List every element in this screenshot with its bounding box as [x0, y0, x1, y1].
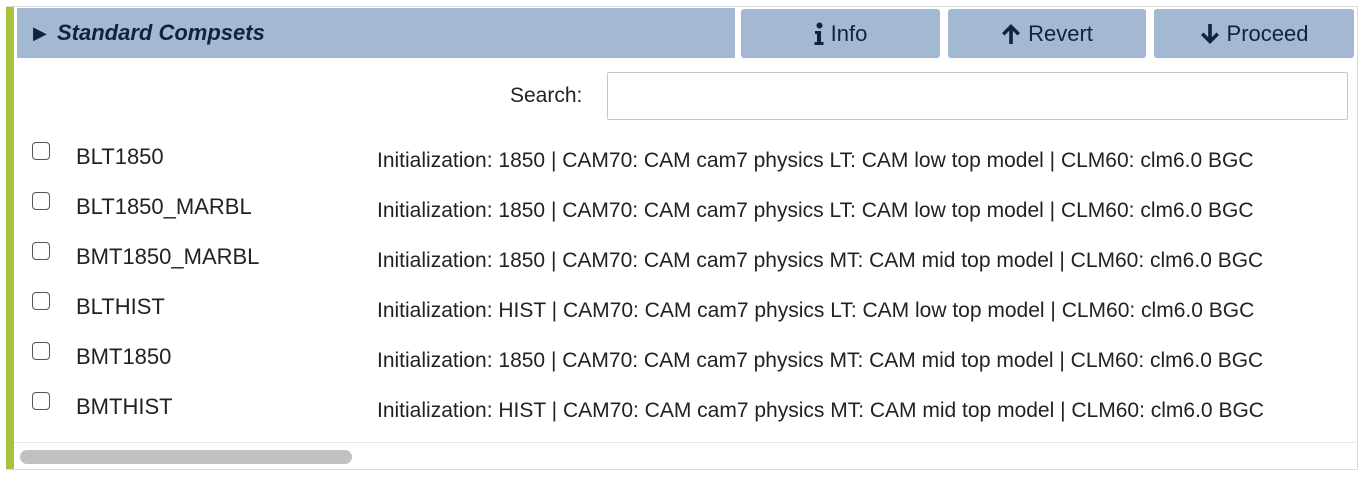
- compset-row[interactable]: BMT1850_MARBL Initialization: 1850 | CAM…: [14, 232, 1358, 282]
- compset-checkbox[interactable]: [32, 142, 50, 160]
- section-title: Standard Compsets: [57, 20, 265, 45]
- compset-name: BLT1850_MARBL: [76, 194, 252, 219]
- section-toggle[interactable]: ▶ Standard Compsets: [17, 8, 735, 58]
- proceed-button[interactable]: Proceed: [1154, 9, 1354, 58]
- scrollbar-thumb[interactable]: [20, 450, 352, 464]
- compset-checkbox[interactable]: [32, 242, 50, 260]
- arrow-down-icon: [1200, 23, 1220, 45]
- info-button-label: Info: [830, 20, 868, 46]
- compset-checkbox[interactable]: [32, 392, 50, 410]
- compset-name: BMT1850_MARBL: [76, 244, 260, 269]
- compset-name: BLT1850: [76, 144, 164, 169]
- compset-description: Initialization: HIST | CAM70: CAM cam7 p…: [377, 299, 1255, 322]
- compset-name: BMT1850: [76, 344, 172, 369]
- triangle-right-icon: ▶: [33, 22, 47, 43]
- compset-checkbox[interactable]: [32, 292, 50, 310]
- compset-checkbox[interactable]: [32, 192, 50, 210]
- compset-row[interactable]: BLT1850_MARBL Initialization: 1850 | CAM…: [14, 182, 1358, 232]
- compset-checkbox[interactable]: [32, 342, 50, 360]
- revert-button[interactable]: Revert: [948, 9, 1146, 58]
- compset-description: Initialization: 1850 | CAM70: CAM cam7 p…: [377, 349, 1264, 372]
- compset-row[interactable]: BMT1850 Initialization: 1850 | CAM70: CA…: [14, 332, 1358, 382]
- proceed-button-label: Proceed: [1226, 20, 1309, 46]
- compset-description: Initialization: 1850 | CAM70: CAM cam7 p…: [377, 149, 1254, 172]
- compset-name: BMTHIST: [76, 394, 173, 419]
- revert-button-label: Revert: [1028, 20, 1093, 46]
- compsets-panel: ▶ Standard Compsets Info Revert Proceed …: [6, 6, 1358, 470]
- info-button[interactable]: Info: [741, 9, 940, 58]
- compset-list: BLT1850 Initialization: 1850 | CAM70: CA…: [14, 132, 1358, 442]
- compset-description: Initialization: HIST | CAM70: CAM cam7 p…: [377, 399, 1264, 422]
- compset-row[interactable]: BLTHIST Initialization: HIST | CAM70: CA…: [14, 282, 1358, 332]
- compset-description: Initialization: 1850 | CAM70: CAM cam7 p…: [377, 249, 1264, 272]
- arrow-up-icon: [1001, 23, 1021, 45]
- horizontal-scrollbar[interactable]: [14, 442, 1358, 470]
- compset-name: BLTHIST: [76, 294, 165, 319]
- compset-row[interactable]: BLT1850 Initialization: 1850 | CAM70: CA…: [14, 132, 1358, 182]
- info-icon: [814, 22, 824, 46]
- search-row: Search:: [14, 68, 1358, 120]
- panel-header: ▶ Standard Compsets Info Revert Proceed: [14, 8, 1358, 58]
- search-input[interactable]: [607, 72, 1348, 120]
- search-label: Search:: [510, 84, 583, 107]
- compset-row[interactable]: BMTHIST Initialization: HIST | CAM70: CA…: [14, 382, 1358, 432]
- compset-description: Initialization: 1850 | CAM70: CAM cam7 p…: [377, 199, 1254, 222]
